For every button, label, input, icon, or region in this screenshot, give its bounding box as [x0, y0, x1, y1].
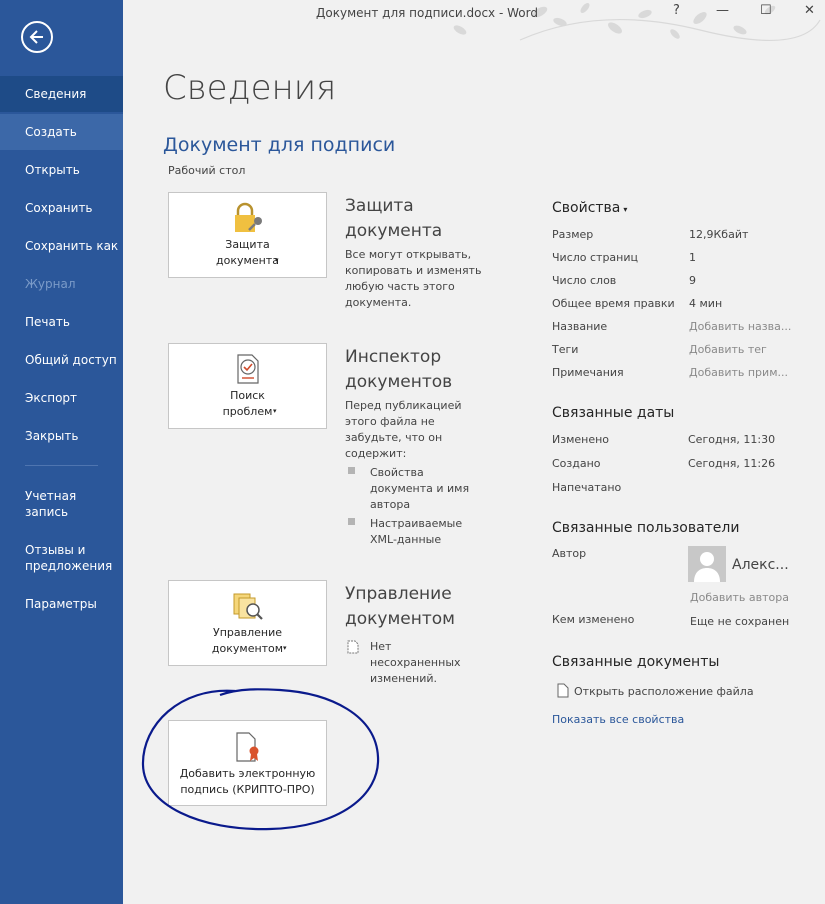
date-key-modified: Изменено [552, 433, 610, 446]
back-button[interactable] [21, 21, 53, 53]
page-title: Сведения [163, 68, 337, 108]
document-path[interactable]: Рабочий стол [168, 164, 245, 177]
inspect-bullet-2: Настраиваемые XML-данные [370, 517, 463, 546]
related-dates-heading: Связанные даты [552, 405, 675, 421]
inspect-description: Перед публикацией этого файла не забудьт… [345, 399, 462, 460]
nav-save[interactable]: Сохранить [0, 190, 123, 226]
prop-key-tags: Теги [552, 343, 579, 356]
nav-info[interactable]: Сведения [0, 76, 123, 112]
author-avatar [688, 546, 726, 582]
nav-divider [25, 465, 98, 466]
show-all-properties-link[interactable]: Показать все свойства [552, 713, 684, 726]
modified-by-value: Еще не сохранен [690, 615, 790, 628]
manage-document-label: Управление документом [211, 626, 284, 655]
add-author-link[interactable]: Добавить автора [690, 591, 789, 604]
dropdown-arrow-icon: ▾ [623, 205, 628, 214]
prop-key-size: Размер [552, 228, 594, 241]
file-icon [557, 683, 569, 698]
dropdown-arrow-icon: ▾ [273, 407, 277, 415]
prop-value-size: 12,9Кбайт [689, 228, 749, 241]
prop-value-comments-input[interactable]: Добавить прим... [689, 366, 788, 379]
prop-value-pages: 1 [689, 251, 696, 264]
inspect-heading: Инспектор документов [345, 347, 453, 392]
window-title: Документ для подписи.docx - Word [316, 6, 538, 20]
hand-drawn-circle-annotation [141, 688, 380, 831]
date-key-created: Создано [552, 457, 601, 470]
nav-open[interactable]: Открыть [0, 152, 123, 188]
nav-account[interactable]: Учетная запись [0, 486, 100, 522]
nav-feedback[interactable]: Отзывы и предложения [0, 540, 112, 576]
date-key-printed: Напечатано [552, 481, 622, 494]
inspect-document-icon [237, 354, 259, 384]
person-icon [694, 552, 720, 582]
prop-value-words: 9 [689, 274, 696, 287]
prop-key-pages: Число страниц [552, 251, 639, 264]
author-key: Автор [552, 547, 587, 560]
modified-by-key: Кем изменено [552, 613, 635, 626]
inspect-bullet-1: Свойства документа и имя автора [370, 466, 470, 511]
back-arrow-icon [29, 30, 43, 44]
nav-export[interactable]: Экспорт [0, 380, 123, 416]
dropdown-arrow-icon: ▾ [283, 644, 287, 652]
nav-save-as[interactable]: Сохранить как [0, 228, 123, 264]
nav-share[interactable]: Общий доступ [0, 342, 123, 378]
document-title: Документ для подписи [163, 134, 396, 156]
prop-key-words: Число слов [552, 274, 617, 287]
protect-description: Все могут открывать, копировать и изменя… [345, 248, 482, 309]
date-value-modified: Сегодня, 11:30 [688, 433, 776, 446]
bullet-icon [348, 467, 355, 474]
lock-key-icon [235, 202, 262, 232]
nav-options[interactable]: Параметры [0, 586, 123, 622]
prop-value-tags-input[interactable]: Добавить тег [689, 343, 767, 356]
check-issues-label: Поиск проблем [222, 389, 273, 418]
bullet-icon [348, 518, 355, 525]
close-button[interactable]: ✕ [804, 3, 815, 18]
nav-print[interactable]: Печать [0, 304, 123, 340]
unsaved-document-icon [347, 640, 359, 654]
prop-key-editing-time: Общее время правки [552, 297, 675, 310]
nav-close[interactable]: Закрыть [0, 418, 123, 454]
date-value-created: Сегодня, 11:26 [688, 457, 776, 470]
prop-value-title-input[interactable]: Добавить назва... [689, 320, 791, 333]
protect-document-label: Защита документа [216, 238, 279, 267]
manage-document-button[interactable]: Управление документом ▾ [168, 580, 327, 666]
protect-heading: Защита документа [345, 196, 443, 241]
dropdown-arrow-icon: ▾ [275, 256, 279, 264]
manage-heading: Управление документом [345, 584, 456, 629]
open-file-location-link[interactable]: Открыть расположение файла [574, 685, 754, 698]
manage-description: Нет несохраненных изменений. [370, 640, 461, 685]
prop-key-comments: Примечания [552, 366, 624, 379]
check-issues-button[interactable]: Поиск проблем ▾ [168, 343, 327, 429]
help-button[interactable]: ? [673, 3, 680, 18]
minimize-button[interactable]: — [716, 3, 729, 18]
manage-versions-icon [233, 593, 263, 620]
related-documents-heading: Связанные документы [552, 654, 720, 670]
nav-history: Журнал [25, 277, 76, 291]
nav-new[interactable]: Создать [0, 114, 123, 150]
related-people-heading: Связанные пользователи [552, 520, 740, 536]
protect-document-button[interactable]: Защита документа ▾ [168, 192, 327, 278]
maximize-button[interactable]: ☐ [760, 3, 772, 18]
prop-key-title: Название [552, 320, 608, 333]
properties-heading-label: Свойства [552, 200, 621, 216]
properties-heading[interactable]: Свойства ▾ [552, 200, 627, 216]
backstage-sidebar: Сведения Создать Открыть Сохранить Сохра… [0, 0, 123, 904]
prop-value-editing-time: 4 мин [689, 297, 723, 310]
author-name[interactable]: Алекс... [732, 557, 789, 573]
